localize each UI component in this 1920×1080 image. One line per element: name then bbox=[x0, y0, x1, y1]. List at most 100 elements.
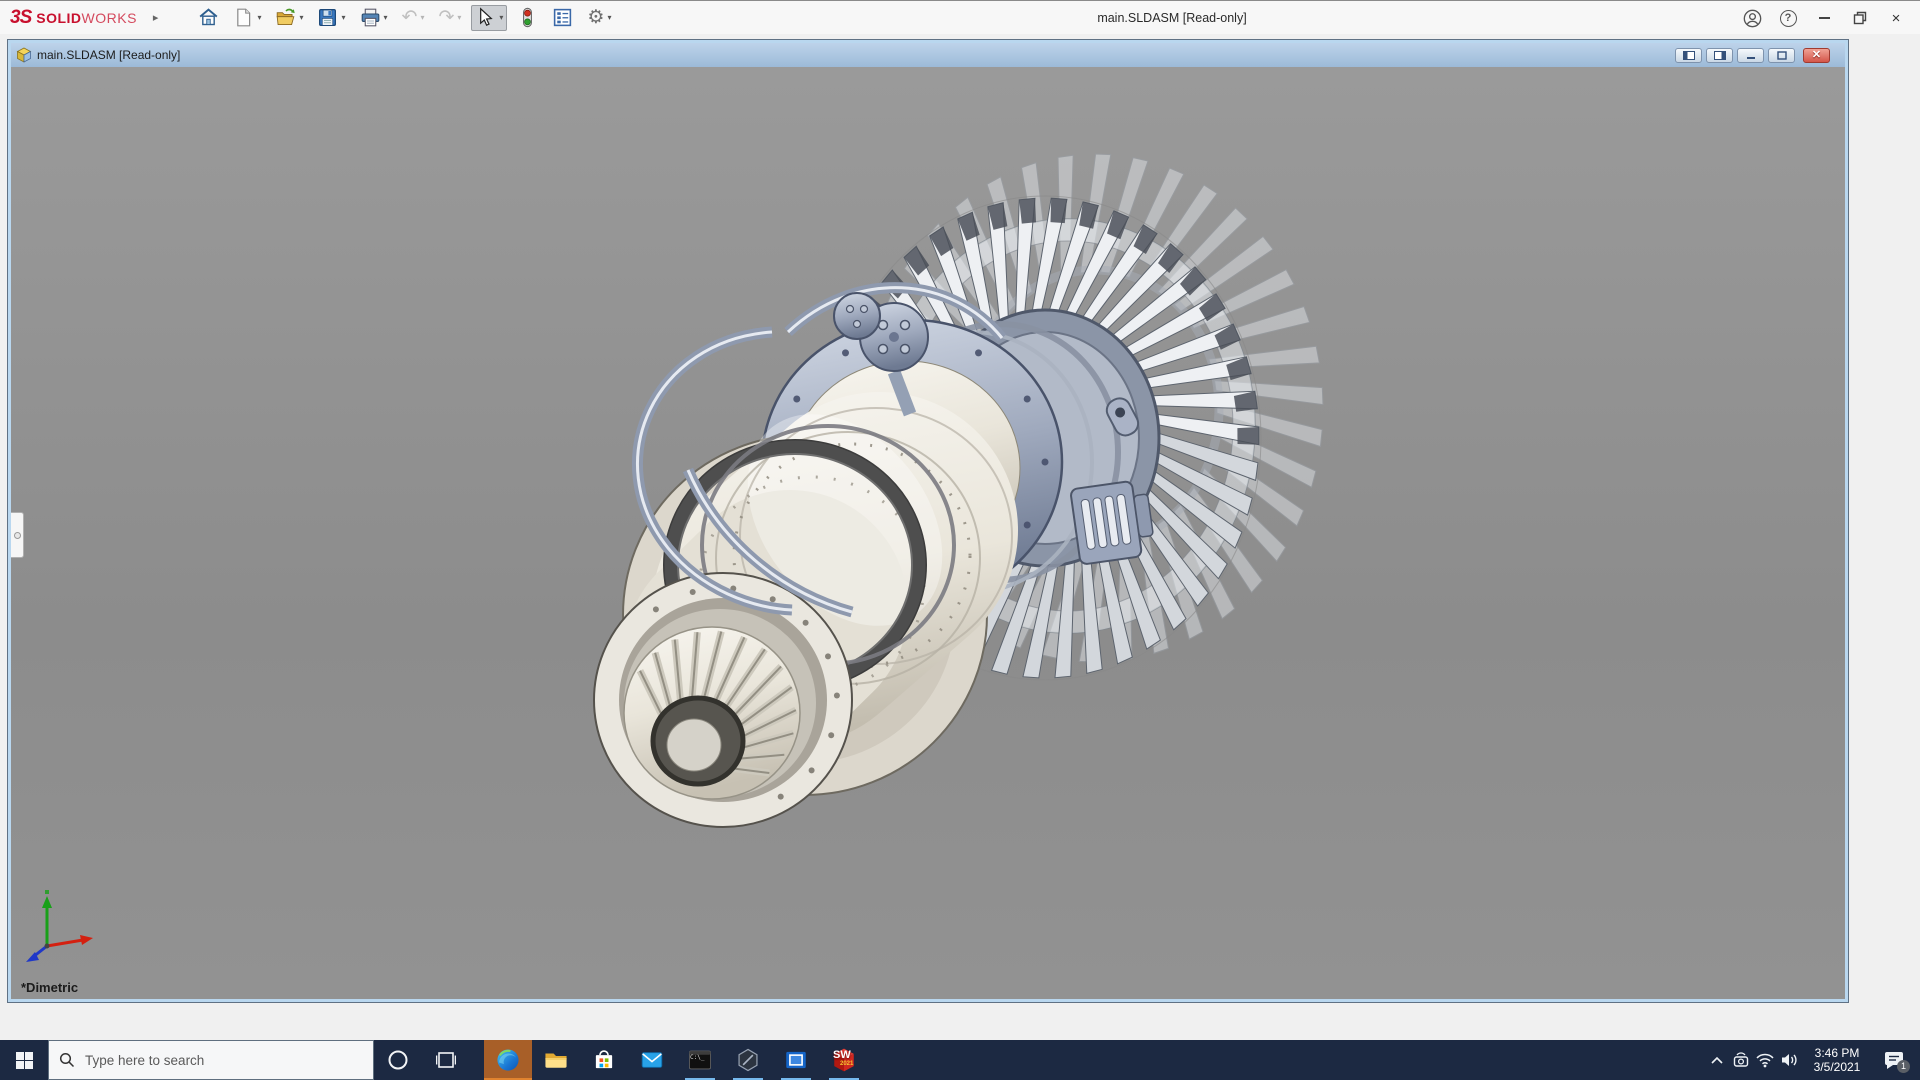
minimize-icon bbox=[1819, 17, 1830, 19]
volume-button[interactable] bbox=[1777, 1040, 1801, 1080]
dropdown-caret-icon[interactable]: ▾ bbox=[257, 13, 261, 22]
dev-tool-icon bbox=[735, 1047, 761, 1073]
undo-button[interactable]: ↶▾ bbox=[398, 5, 429, 31]
store-icon bbox=[591, 1047, 617, 1073]
taskbar-app-solidworks[interactable]: SW2021 bbox=[820, 1040, 868, 1080]
right-pane-icon bbox=[1714, 51, 1726, 60]
solidworks-logo-bold: SOLID bbox=[36, 10, 81, 26]
solidworks-logo: 3S SOLID WORKS bbox=[0, 7, 137, 29]
notification-count-badge: 1 bbox=[1897, 1060, 1910, 1073]
select-button[interactable]: ▾ bbox=[471, 5, 507, 31]
minimize-button[interactable] bbox=[1806, 1, 1842, 35]
save-button[interactable]: ▾ bbox=[313, 5, 349, 31]
main-toolbar: ▾▾▾▾↶▾↷▾▾⚙▾ bbox=[194, 5, 615, 31]
taskbar-app-edge[interactable] bbox=[484, 1040, 532, 1080]
document-close-icon: ✕ bbox=[1812, 50, 1821, 61]
speaker-icon bbox=[1780, 1052, 1799, 1068]
cortana-icon bbox=[387, 1049, 409, 1071]
taskbar-app-file-explorer[interactable] bbox=[532, 1040, 580, 1080]
home-icon bbox=[198, 7, 219, 28]
open-button[interactable]: ▾ bbox=[271, 5, 307, 31]
app-titlebar: 3S SOLID WORKS ▸ ▾▾▾▾↶▾↷▾▾⚙▾ main.SLDASM… bbox=[0, 0, 1920, 34]
redo-icon: ↷ bbox=[438, 7, 454, 28]
options-icon: ⚙ bbox=[587, 7, 604, 28]
account-icon bbox=[1743, 9, 1762, 28]
open-icon bbox=[275, 7, 296, 28]
engine-3d-model[interactable] bbox=[11, 67, 1845, 999]
close-icon: × bbox=[1892, 10, 1901, 27]
dropdown-caret-icon[interactable]: ▾ bbox=[384, 13, 388, 22]
left-pane-icon bbox=[1683, 51, 1695, 60]
taskbar-app-media-player[interactable] bbox=[772, 1040, 820, 1080]
document-minimize-button[interactable] bbox=[1737, 48, 1764, 63]
print-icon bbox=[360, 7, 381, 28]
redo-button[interactable]: ↷▾ bbox=[434, 5, 465, 31]
app-window-controls: ? × bbox=[1734, 1, 1914, 35]
new-document-icon bbox=[233, 7, 254, 28]
handle-dot-icon bbox=[14, 532, 21, 539]
chevron-up-icon bbox=[1710, 1055, 1724, 1065]
document-window-controls: ✕ bbox=[1671, 48, 1830, 63]
wifi-icon bbox=[1755, 1052, 1775, 1068]
meet-now-button[interactable] bbox=[1729, 1040, 1753, 1080]
app-client-area: main.SLDASM [Read-only] bbox=[0, 34, 1920, 1040]
print-button[interactable]: ▾ bbox=[356, 5, 392, 31]
document-titlebar[interactable]: main.SLDASM [Read-only] bbox=[11, 43, 1845, 67]
help-button[interactable]: ? bbox=[1770, 1, 1806, 35]
graphics-viewport[interactable]: *Dimetric bbox=[11, 67, 1845, 999]
taskbar-app-dev-tool[interactable] bbox=[724, 1040, 772, 1080]
account-button[interactable] bbox=[1734, 1, 1770, 35]
xpress-products-icon bbox=[517, 7, 538, 28]
new-document-button[interactable]: ▾ bbox=[229, 5, 265, 31]
dropdown-caret-icon[interactable]: ▾ bbox=[499, 13, 503, 22]
options-button[interactable]: ⚙▾ bbox=[583, 5, 615, 31]
start-button[interactable] bbox=[0, 1040, 48, 1080]
taskbar-app-mail[interactable] bbox=[628, 1040, 676, 1080]
featuremanager-collapse-handle[interactable] bbox=[11, 512, 24, 558]
file-properties-button[interactable] bbox=[548, 5, 577, 31]
dropdown-caret-icon[interactable]: ▾ bbox=[299, 13, 303, 22]
clock-time: 3:46 PM bbox=[1805, 1046, 1869, 1060]
menu-expand-arrow-icon[interactable]: ▸ bbox=[153, 11, 159, 24]
system-tray: 3:46 PM 3/5/2021 1 bbox=[1705, 1040, 1920, 1080]
cortana-button[interactable] bbox=[374, 1040, 422, 1080]
home-button[interactable] bbox=[194, 5, 223, 31]
taskbar-clock[interactable]: 3:46 PM 3/5/2021 bbox=[1805, 1046, 1869, 1074]
edge-icon bbox=[495, 1047, 521, 1073]
document-restore-button[interactable] bbox=[1768, 48, 1795, 63]
solidworks-icon bbox=[831, 1047, 857, 1073]
clock-date: 3/5/2021 bbox=[1805, 1060, 1869, 1074]
desktop-screen: 3S SOLID WORKS ▸ ▾▾▾▾↶▾↷▾▾⚙▾ main.SLDASM… bbox=[0, 0, 1920, 1080]
close-button[interactable]: × bbox=[1878, 1, 1914, 35]
solidworks-logo-light: WORKS bbox=[82, 10, 137, 26]
document-restore-icon bbox=[1777, 51, 1787, 60]
file-explorer-icon bbox=[543, 1047, 569, 1073]
xpress-products-button[interactable] bbox=[513, 5, 542, 31]
network-button[interactable] bbox=[1753, 1040, 1777, 1080]
view-orientation-label: *Dimetric bbox=[21, 980, 78, 995]
media-player-icon bbox=[783, 1047, 809, 1073]
dropdown-caret-icon[interactable]: ▾ bbox=[420, 13, 424, 22]
dropdown-caret-icon[interactable]: ▾ bbox=[341, 13, 345, 22]
taskbar-search[interactable] bbox=[48, 1040, 374, 1080]
mail-icon bbox=[639, 1047, 665, 1073]
save-icon bbox=[317, 7, 338, 28]
action-center-button[interactable]: 1 bbox=[1873, 1040, 1915, 1080]
taskbar-app-terminal[interactable]: C:\_ bbox=[676, 1040, 724, 1080]
document-window: main.SLDASM [Read-only] bbox=[8, 40, 1848, 1002]
restore-button[interactable] bbox=[1842, 1, 1878, 35]
dropdown-caret-icon[interactable]: ▾ bbox=[457, 13, 461, 22]
taskbar-app-store[interactable] bbox=[580, 1040, 628, 1080]
dropdown-caret-icon[interactable]: ▾ bbox=[607, 13, 611, 22]
file-properties-icon bbox=[552, 7, 573, 28]
collapse-left-pane-button[interactable] bbox=[1675, 48, 1702, 63]
search-input[interactable] bbox=[85, 1053, 335, 1068]
meet-now-icon bbox=[1732, 1052, 1750, 1068]
task-view-button[interactable] bbox=[422, 1040, 470, 1080]
solidworks-logo-mark: 3S bbox=[10, 7, 31, 29]
collapse-right-pane-button[interactable] bbox=[1706, 48, 1733, 63]
windows-taskbar: C:\_ SW2021 bbox=[0, 1040, 1920, 1080]
document-close-button[interactable]: ✕ bbox=[1803, 48, 1830, 63]
tray-overflow-button[interactable] bbox=[1705, 1040, 1729, 1080]
help-icon: ? bbox=[1780, 10, 1797, 27]
